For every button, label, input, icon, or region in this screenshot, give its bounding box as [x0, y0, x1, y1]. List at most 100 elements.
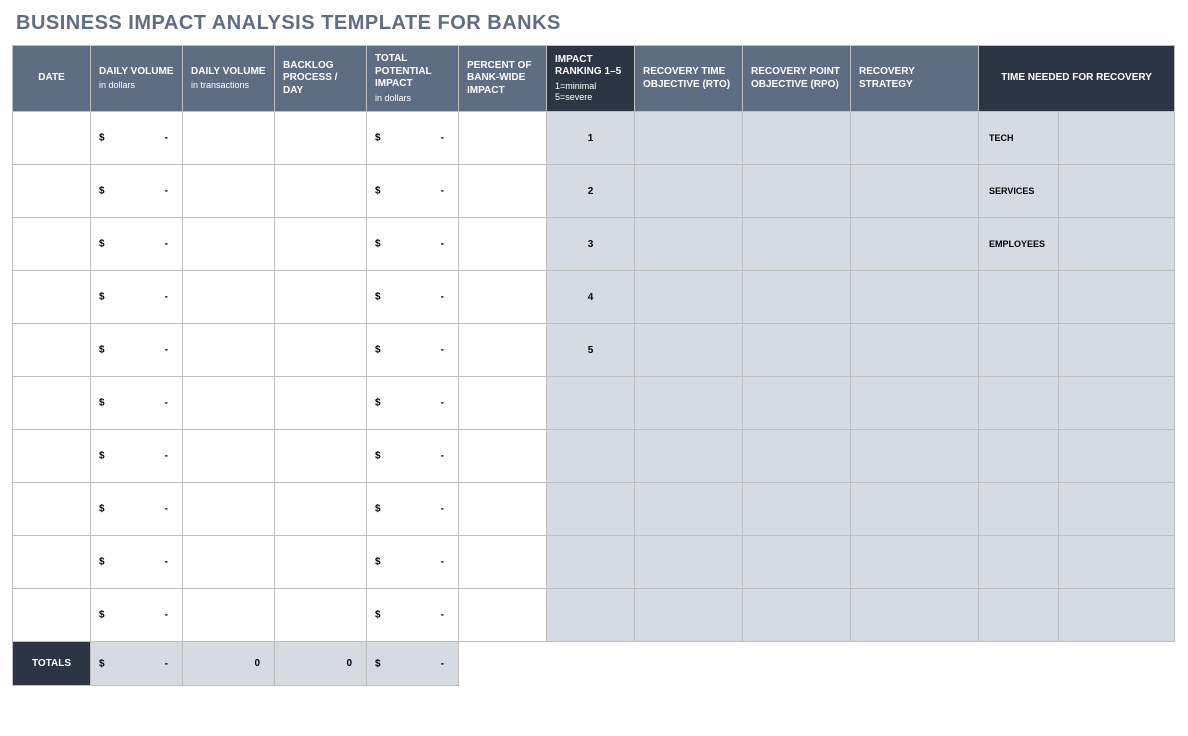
cell-percent-bankwide[interactable]	[459, 377, 547, 430]
cell-daily-volume-dollars[interactable]: $-	[91, 430, 183, 483]
cell-rpo[interactable]	[743, 112, 851, 165]
cell-percent-bankwide[interactable]	[459, 165, 547, 218]
cell-recovery-strategy[interactable]	[851, 324, 979, 377]
cell-recovery-value[interactable]	[1059, 271, 1175, 324]
cell-total-potential-impact[interactable]: $-	[367, 165, 459, 218]
cell-recovery-value[interactable]	[1059, 377, 1175, 430]
cell-rto[interactable]	[635, 377, 743, 430]
cell-rpo[interactable]	[743, 271, 851, 324]
cell-daily-volume-transactions[interactable]	[183, 430, 275, 483]
cell-recovery-label[interactable]	[979, 324, 1059, 377]
cell-recovery-strategy[interactable]	[851, 165, 979, 218]
cell-percent-bankwide[interactable]	[459, 218, 547, 271]
cell-rpo[interactable]	[743, 165, 851, 218]
cell-recovery-value[interactable]	[1059, 218, 1175, 271]
cell-impact-ranking[interactable]	[547, 377, 635, 430]
cell-impact-ranking[interactable]: 4	[547, 271, 635, 324]
cell-backlog[interactable]	[275, 589, 367, 642]
cell-daily-volume-transactions[interactable]	[183, 165, 275, 218]
cell-percent-bankwide[interactable]	[459, 112, 547, 165]
cell-recovery-value[interactable]	[1059, 589, 1175, 642]
cell-recovery-strategy[interactable]	[851, 483, 979, 536]
cell-recovery-value[interactable]	[1059, 112, 1175, 165]
cell-backlog[interactable]	[275, 536, 367, 589]
cell-rpo[interactable]	[743, 377, 851, 430]
cell-impact-ranking[interactable]	[547, 483, 635, 536]
cell-total-potential-impact[interactable]: $-	[367, 271, 459, 324]
cell-recovery-strategy[interactable]	[851, 536, 979, 589]
cell-percent-bankwide[interactable]	[459, 589, 547, 642]
cell-recovery-label[interactable]: EMPLOYEES	[979, 218, 1059, 271]
cell-recovery-label[interactable]: SERVICES	[979, 165, 1059, 218]
cell-daily-volume-transactions[interactable]	[183, 271, 275, 324]
cell-daily-volume-dollars[interactable]: $-	[91, 483, 183, 536]
cell-date[interactable]	[13, 430, 91, 483]
cell-backlog[interactable]	[275, 218, 367, 271]
cell-date[interactable]	[13, 112, 91, 165]
cell-rto[interactable]	[635, 112, 743, 165]
cell-rto[interactable]	[635, 536, 743, 589]
cell-impact-ranking[interactable]: 3	[547, 218, 635, 271]
cell-total-potential-impact[interactable]: $-	[367, 483, 459, 536]
cell-daily-volume-dollars[interactable]: $-	[91, 324, 183, 377]
cell-impact-ranking[interactable]	[547, 589, 635, 642]
cell-total-potential-impact[interactable]: $-	[367, 536, 459, 589]
cell-recovery-label[interactable]	[979, 536, 1059, 589]
cell-total-potential-impact[interactable]: $-	[367, 112, 459, 165]
cell-impact-ranking[interactable]: 1	[547, 112, 635, 165]
cell-daily-volume-dollars[interactable]: $-	[91, 112, 183, 165]
cell-total-potential-impact[interactable]: $-	[367, 377, 459, 430]
cell-recovery-label[interactable]	[979, 377, 1059, 430]
cell-backlog[interactable]	[275, 271, 367, 324]
cell-recovery-value[interactable]	[1059, 324, 1175, 377]
cell-backlog[interactable]	[275, 377, 367, 430]
cell-date[interactable]	[13, 271, 91, 324]
cell-recovery-label[interactable]	[979, 430, 1059, 483]
cell-recovery-strategy[interactable]	[851, 271, 979, 324]
cell-date[interactable]	[13, 589, 91, 642]
cell-date[interactable]	[13, 536, 91, 589]
cell-impact-ranking[interactable]	[547, 430, 635, 483]
cell-rto[interactable]	[635, 430, 743, 483]
cell-rto[interactable]	[635, 165, 743, 218]
cell-backlog[interactable]	[275, 112, 367, 165]
cell-daily-volume-transactions[interactable]	[183, 324, 275, 377]
cell-total-potential-impact[interactable]: $-	[367, 589, 459, 642]
cell-total-potential-impact[interactable]: $-	[367, 324, 459, 377]
cell-daily-volume-transactions[interactable]	[183, 589, 275, 642]
cell-rto[interactable]	[635, 483, 743, 536]
cell-recovery-label[interactable]	[979, 483, 1059, 536]
cell-percent-bankwide[interactable]	[459, 324, 547, 377]
cell-daily-volume-transactions[interactable]	[183, 483, 275, 536]
cell-recovery-label[interactable]	[979, 589, 1059, 642]
cell-rpo[interactable]	[743, 324, 851, 377]
cell-percent-bankwide[interactable]	[459, 483, 547, 536]
cell-recovery-strategy[interactable]	[851, 430, 979, 483]
cell-rto[interactable]	[635, 324, 743, 377]
cell-backlog[interactable]	[275, 430, 367, 483]
cell-total-potential-impact[interactable]: $-	[367, 218, 459, 271]
cell-total-potential-impact[interactable]: $-	[367, 430, 459, 483]
cell-rpo[interactable]	[743, 536, 851, 589]
cell-recovery-label[interactable]	[979, 271, 1059, 324]
cell-daily-volume-transactions[interactable]	[183, 112, 275, 165]
cell-percent-bankwide[interactable]	[459, 536, 547, 589]
cell-rpo[interactable]	[743, 218, 851, 271]
cell-recovery-value[interactable]	[1059, 536, 1175, 589]
cell-recovery-strategy[interactable]	[851, 589, 979, 642]
cell-impact-ranking[interactable]	[547, 536, 635, 589]
cell-backlog[interactable]	[275, 165, 367, 218]
cell-rpo[interactable]	[743, 589, 851, 642]
cell-daily-volume-dollars[interactable]: $-	[91, 589, 183, 642]
cell-daily-volume-dollars[interactable]: $-	[91, 165, 183, 218]
cell-impact-ranking[interactable]: 2	[547, 165, 635, 218]
cell-date[interactable]	[13, 165, 91, 218]
cell-recovery-strategy[interactable]	[851, 377, 979, 430]
cell-rpo[interactable]	[743, 483, 851, 536]
cell-date[interactable]	[13, 377, 91, 430]
cell-daily-volume-transactions[interactable]	[183, 536, 275, 589]
cell-daily-volume-transactions[interactable]	[183, 377, 275, 430]
cell-rto[interactable]	[635, 218, 743, 271]
cell-backlog[interactable]	[275, 483, 367, 536]
cell-daily-volume-dollars[interactable]: $-	[91, 218, 183, 271]
